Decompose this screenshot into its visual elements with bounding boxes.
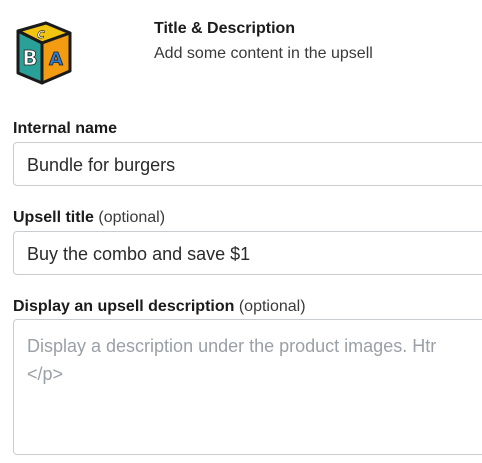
section-header: C B A Title & Description Add some conte…: [0, 0, 482, 100]
internal-name-label-text: Internal name: [13, 120, 118, 137]
page: C B A Title & Description Add some conte…: [0, 0, 482, 463]
svg-text:B: B: [22, 46, 37, 70]
upsell-title-value: Buy the combo and save $1: [27, 244, 251, 264]
upsell-title-optional: (optional): [98, 209, 166, 226]
upsell-title-label: Upsell title (optional): [13, 209, 165, 227]
upsell-description-optional: (optional): [238, 298, 306, 315]
upsell-description-label: Display an upsell description (optional): [13, 298, 306, 316]
upsell-description-label-text: Display an upsell description: [13, 298, 235, 315]
upsell-title-input[interactable]: Buy the combo and save $1: [13, 231, 482, 275]
internal-name-input[interactable]: Bundle for burgers: [13, 142, 482, 186]
internal-name-label: Internal name: [13, 120, 117, 138]
svg-text:A: A: [49, 49, 63, 70]
upsell-description-placeholder-line2: </p>: [27, 364, 64, 384]
abc-blocks-icon: C B A: [16, 21, 72, 85]
section-subtitle: Add some content in the upsell: [154, 45, 373, 62]
internal-name-value: Bundle for burgers: [27, 155, 176, 175]
upsell-description-textarea[interactable]: Display a description under the product …: [13, 319, 482, 455]
section-title: Title & Description: [154, 20, 296, 37]
upsell-title-label-text: Upsell title: [13, 209, 94, 226]
upsell-description-placeholder-line1: Display a description under the product …: [27, 336, 437, 356]
